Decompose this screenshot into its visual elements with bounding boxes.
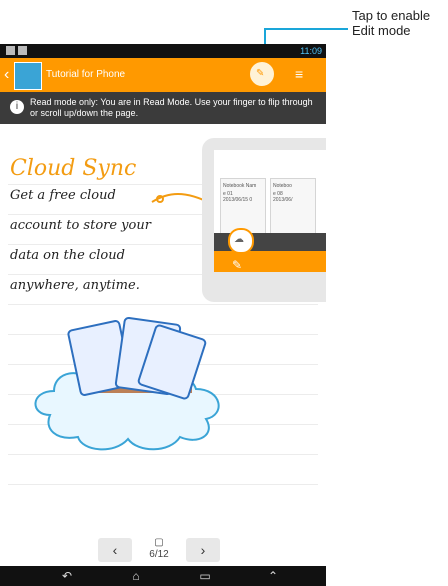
system-nav-bar: ↶ ⌂ ▭ ⌃ — [0, 566, 326, 586]
back-chevron-icon[interactable]: ‹ — [4, 66, 9, 84]
status-time: 11:09 — [300, 46, 322, 56]
notification-icon — [18, 46, 27, 55]
note-line: account to store your — [10, 218, 151, 233]
home-icon[interactable]: ⌂ — [127, 569, 145, 583]
note-line: anywhere, anytime. — [10, 278, 140, 293]
edit-icon[interactable]: ✎ — [232, 258, 242, 272]
cloud-illustration — [34, 316, 220, 451]
edit-mode-icon: ✎ — [256, 68, 265, 79]
notification-icon — [6, 46, 15, 55]
notebook-title: Notebook Nam — [223, 183, 257, 189]
read-mode-banner: i Read mode only: You are in Read Mode. … — [0, 92, 326, 124]
previous-page-button[interactable]: ‹ — [98, 538, 132, 562]
callout-text: Tap to enable Edit mode — [352, 8, 431, 38]
next-page-button[interactable]: › — [186, 538, 220, 562]
note-title: Cloud Sync — [10, 156, 137, 181]
back-icon[interactable]: ↶ — [58, 569, 76, 583]
note-line: Get a free cloud — [10, 188, 116, 203]
read-mode-text: Read mode only: You are in Read Mode. Us… — [30, 97, 313, 118]
note-line: data on the cloud — [10, 248, 125, 263]
page-indicator: ▢ 6/12 — [140, 538, 178, 562]
cloud-sync-icon[interactable]: ☁ — [228, 228, 254, 254]
info-icon: i — [10, 100, 24, 114]
menu-icon[interactable]: ≡ — [295, 66, 311, 82]
page-navigator: ‹ ▢ 6/12 › — [98, 538, 220, 564]
notebook-meta: e 01 2013/06/15 0 — [223, 191, 253, 203]
notebook-tile[interactable]: Notebook Nam e 01 2013/06/15 0 — [220, 178, 266, 234]
action-bar-title: Tutorial for Phone — [46, 69, 126, 80]
edit-mode-button[interactable]: ✎ — [248, 60, 276, 88]
up-icon[interactable]: ⌃ — [264, 569, 282, 583]
recent-apps-icon[interactable]: ▭ — [196, 569, 214, 583]
app-thumbnail[interactable] — [14, 62, 42, 90]
action-bar: ‹ Tutorial for Phone ≡ — [0, 58, 326, 92]
notebook-meta: e 08 2013/06/ — [273, 191, 293, 203]
ruled-line — [8, 484, 318, 485]
notebook-actionbar — [214, 251, 326, 272]
status-bar: 11:09 — [0, 44, 326, 58]
notebook-title: Noteboo — [273, 183, 292, 189]
phone-screen: 11:09 ‹ Tutorial for Phone ≡ ✎ i Read mo… — [0, 0, 326, 586]
page-number: 6/12 — [149, 549, 169, 560]
notebook-tile[interactable]: Noteboo e 08 2013/06/ — [270, 178, 316, 234]
app-preview-card: Notebook Nam e 01 2013/06/15 0 Noteboo e… — [202, 138, 326, 302]
cloud-icon: ☁ — [234, 234, 244, 245]
